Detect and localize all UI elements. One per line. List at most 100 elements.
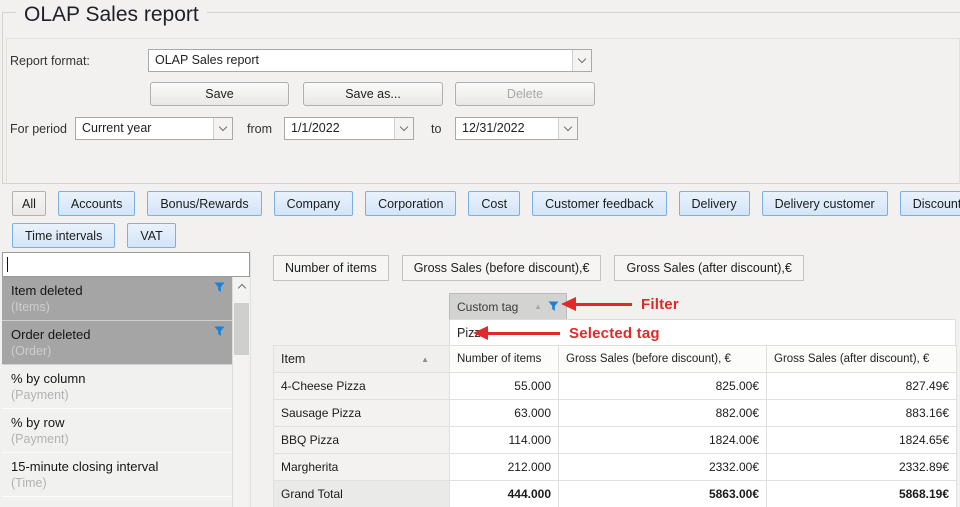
row-label[interactable]: 4-Cheese Pizza (274, 373, 450, 400)
measure-item-by-column[interactable]: % by column(Payment) (2, 365, 232, 409)
item-header-label: Item (281, 352, 305, 366)
row-label[interactable]: Margherita (274, 454, 450, 481)
from-label: from (247, 122, 272, 137)
measure-item-title: % by column (11, 370, 222, 387)
tag-delivery[interactable]: Delivery (679, 191, 750, 216)
grand-total-row: Grand Total444.0005863.00€5868.19€ (274, 481, 957, 507)
measure-item-by-row[interactable]: % by row(Payment) (2, 409, 232, 453)
value-cell[interactable]: 1824.00€ (559, 427, 767, 454)
measure-item-title: % by row (11, 414, 222, 431)
value-header-gross-before[interactable]: Gross Sales (before discount), € (559, 346, 767, 373)
tag-bonus-rewards[interactable]: Bonus/Rewards (147, 191, 261, 216)
measure-item-15-minute-closing-interval[interactable]: 15-minute closing interval(Time) (2, 453, 232, 497)
tag-company[interactable]: Company (274, 191, 354, 216)
report-format-label: Report format: (10, 54, 90, 69)
to-date-select[interactable]: 12/31/2022 (455, 117, 578, 140)
sort-asc-icon: ▲ (421, 355, 429, 364)
custom-tag-label: Custom tag (457, 300, 528, 314)
filter-icon (214, 282, 225, 293)
tag-accounts[interactable]: Accounts (58, 191, 135, 216)
value-cell[interactable]: 1824.65€ (767, 427, 957, 454)
row-label[interactable]: Grand Total (274, 481, 450, 507)
tag-discounts-surchar[interactable]: Discounts/surchar (900, 191, 960, 216)
chevron-down-icon[interactable] (558, 118, 577, 139)
value-cell[interactable]: 114.000 (450, 427, 559, 454)
table-row: Sausage Pizza63.000882.00€883.16€ (274, 400, 957, 427)
measure-item-category: (Time) (11, 475, 222, 492)
filter-annotation-label: Filter (641, 296, 679, 313)
tag-cost[interactable]: Cost (468, 191, 520, 216)
value-cell[interactable]: 63.000 (450, 400, 559, 427)
sidebar-scrollbar[interactable] (232, 277, 248, 507)
value-cell[interactable]: 2332.00€ (559, 454, 767, 481)
value-header-gross-after[interactable]: Gross Sales (after discount), € (767, 346, 957, 373)
page-title: OLAP Sales report (16, 0, 207, 30)
measure-item-title: Order deleted (11, 326, 222, 343)
scrollbar-thumb[interactable] (234, 303, 249, 355)
chevron-down-icon[interactable] (394, 118, 413, 139)
tag-delivery-customer[interactable]: Delivery customer (762, 191, 888, 216)
save-button[interactable]: Save (150, 82, 289, 106)
to-label: to (431, 122, 441, 137)
value-cell[interactable]: 212.000 (450, 454, 559, 481)
table-row: Margherita212.0002332.00€2332.89€ (274, 454, 957, 481)
period-preset-select[interactable]: Current year (75, 117, 233, 140)
for-period-label: For period (10, 122, 67, 137)
value-cell[interactable]: 825.00€ (559, 373, 767, 400)
period-preset-value: Current year (76, 118, 213, 139)
filter-annotation: Filter (561, 296, 679, 312)
arrow-left-icon (473, 326, 488, 340)
value-cell[interactable]: 2332.89€ (767, 454, 957, 481)
custom-tag-column-header[interactable]: Custom tag ▲ (449, 293, 567, 320)
measure-buttons: Number of items Gross Sales (before disco… (273, 255, 804, 281)
table-row: 4-Cheese Pizza55.000825.00€827.49€ (274, 373, 957, 400)
value-cell[interactable]: 5863.00€ (559, 481, 767, 507)
report-format-select[interactable]: OLAP Sales report (148, 49, 592, 72)
value-header-number-of-items[interactable]: Number of items (450, 346, 559, 373)
filter-icon[interactable] (548, 301, 559, 312)
measure-chip-gross-sales-after-discount[interactable]: Gross Sales (after discount),€ (614, 255, 803, 281)
value-cell[interactable]: 55.000 (450, 373, 559, 400)
sort-asc-icon: ▲ (534, 302, 542, 311)
value-cell[interactable]: 5868.19€ (767, 481, 957, 507)
measure-item-category: (Order) (11, 343, 222, 360)
tag-time-intervals[interactable]: Time intervals (12, 223, 115, 248)
scroll-up-icon[interactable] (234, 277, 249, 295)
to-date-value: 12/31/2022 (456, 118, 558, 139)
value-cell[interactable]: 882.00€ (559, 400, 767, 427)
delete-button[interactable]: Delete (455, 82, 595, 106)
chevron-down-icon[interactable] (572, 50, 591, 71)
row-label[interactable]: BBQ Pizza (274, 427, 450, 454)
pivot-table: Item ▲ Number of items Gross Sales (befo… (273, 345, 957, 507)
value-cell[interactable]: 827.49€ (767, 373, 957, 400)
selected-tag-annotation-label: Selected tag (569, 325, 660, 342)
measure-item-order-deleted[interactable]: Order deleted(Order) (2, 321, 232, 365)
text-caret (7, 257, 8, 272)
value-cell[interactable]: 883.16€ (767, 400, 957, 427)
arrow-line (488, 332, 560, 335)
measure-chip-number-of-items[interactable]: Number of items (273, 255, 389, 281)
measure-chip-gross-sales-before-discount[interactable]: Gross Sales (before discount),€ (402, 255, 602, 281)
tag-vat[interactable]: VAT (127, 223, 175, 248)
panel-divider (250, 250, 251, 507)
table-row: BBQ Pizza114.0001824.00€1824.65€ (274, 427, 957, 454)
measure-search-input[interactable] (2, 252, 250, 277)
row-label[interactable]: Sausage Pizza (274, 400, 450, 427)
arrow-line (576, 303, 632, 306)
measure-item-title: Item deleted (11, 282, 222, 299)
measure-item-category: (Payment) (11, 387, 222, 404)
measure-item-category: (Payment) (11, 431, 222, 448)
chevron-down-icon[interactable] (213, 118, 232, 139)
tag-all[interactable]: All (12, 191, 46, 216)
item-column-header[interactable]: Item ▲ (274, 346, 450, 373)
value-cell[interactable]: 444.000 (450, 481, 559, 507)
save-as-button[interactable]: Save as... (303, 82, 443, 106)
from-date-select[interactable]: 1/1/2022 (284, 117, 414, 140)
measure-list: Item deleted(Items)Order deleted(Order)%… (2, 277, 232, 507)
tag-customer-feedback[interactable]: Customer feedback (532, 191, 666, 216)
tag-corporation[interactable]: Corporation (365, 191, 456, 216)
filter-icon (214, 326, 225, 337)
olap-sales-report-screen: OLAP Sales report Report format: OLAP Sa… (0, 0, 960, 507)
measure-item-category: (Items) (11, 299, 222, 316)
measure-item-item-deleted[interactable]: Item deleted(Items) (2, 277, 232, 321)
